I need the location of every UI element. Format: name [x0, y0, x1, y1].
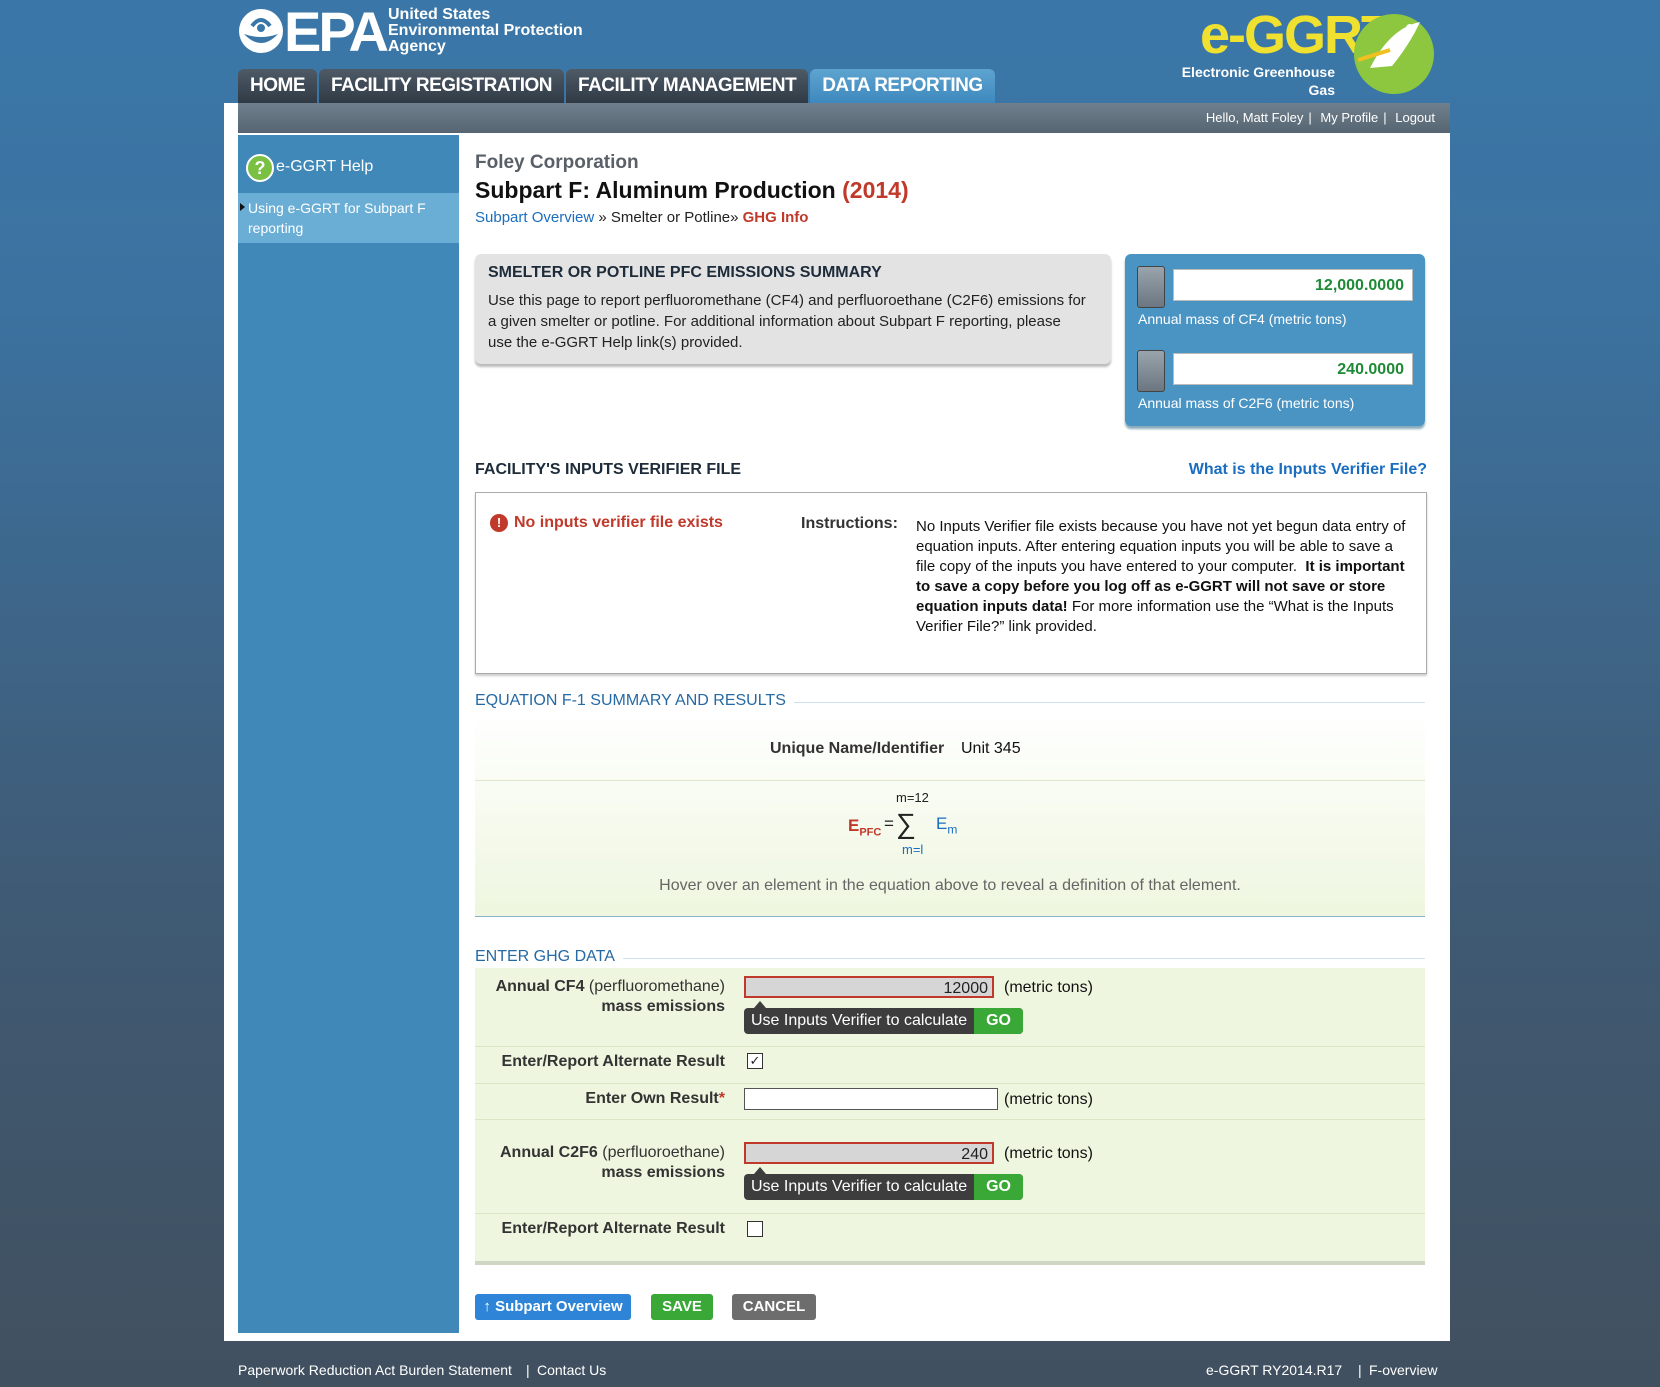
- egret-logo-icon: [1354, 14, 1434, 94]
- cf4-alt-checkbox[interactable]: ✓: [747, 1053, 763, 1069]
- breadcrumb: Subpart Overview » Smelter or Potline» G…: [475, 209, 809, 226]
- verifier-status: No inputs verifier file exists: [514, 514, 723, 531]
- instructions-label: Instructions:: [801, 515, 898, 532]
- equation-term[interactable]: Em: [936, 814, 957, 836]
- verifier-heading: FACILITY'S INPUTS VERIFIER FILE: [475, 461, 742, 478]
- breadcrumb-current: GHG Info: [742, 209, 809, 226]
- my-profile-link[interactable]: My Profile: [1320, 110, 1378, 125]
- summary-panel: SMELTER OR POTLINE PFC EMISSIONS SUMMARY…: [475, 254, 1111, 364]
- cf4-emissions-input[interactable]: 12000: [744, 976, 994, 998]
- arrow-up-icon: ↑: [483, 1298, 491, 1315]
- summary-heading: SMELTER OR POTLINE PFC EMISSIONS SUMMARY: [488, 264, 882, 281]
- go-button: GO: [974, 1174, 1023, 1200]
- current-item-arrow-icon: [240, 203, 245, 211]
- verifier-help-link[interactable]: What is the Inputs Verifier File?: [1189, 461, 1427, 479]
- logout-link[interactable]: Logout: [1395, 110, 1435, 125]
- version-label: e-GGRT RY2014.R17: [1206, 1362, 1343, 1378]
- c2f6-label: Annual C2F6 (perfluoroethane) mass emissi…: [500, 1144, 725, 1181]
- own-result-input[interactable]: [744, 1088, 998, 1110]
- company-name: Foley Corporation: [475, 152, 639, 173]
- epa-wordmark: EPA: [284, 0, 389, 63]
- sidebar: [238, 135, 459, 1333]
- tab-facility-management[interactable]: FACILITY MANAGEMENT: [566, 69, 809, 103]
- cf4-label: Annual CF4 (perfluoromethane) mass emissi…: [495, 978, 725, 1015]
- calculator-icon: [1137, 350, 1165, 392]
- own-result-unit: (metric tons): [1004, 1091, 1093, 1108]
- reporting-year: (2014): [842, 177, 909, 203]
- equation-upper-limit: m=12: [896, 790, 929, 805]
- calculator-icon: [1137, 266, 1165, 308]
- user-greeting: Hello, Matt Foley: [1205, 110, 1304, 125]
- c2f6-alt-checkbox[interactable]: [747, 1221, 763, 1237]
- equation-lower-limit[interactable]: m=l: [902, 842, 923, 857]
- c2f6-total-label: Annual mass of C2F6 (metric tons): [1138, 395, 1355, 411]
- user-links: Hello, Matt Foley | My Profile | Logout: [1205, 110, 1435, 125]
- main-nav: HOME FACILITY REGISTRATION FACILITY MANA…: [238, 69, 995, 103]
- tooltip-notch: [754, 1167, 766, 1174]
- footer-divider: |: [526, 1362, 530, 1378]
- equation-equals: =: [884, 814, 894, 833]
- tab-facility-registration[interactable]: FACILITY REGISTRATION: [319, 69, 565, 103]
- divider: [475, 1083, 1425, 1084]
- divider: [475, 1119, 1425, 1120]
- cf4-verifier-button[interactable]: Use Inputs Verifier to calculate GO: [744, 1008, 1023, 1034]
- help-question-icon: ?: [246, 154, 274, 182]
- tab-home[interactable]: HOME: [238, 69, 317, 103]
- save-button[interactable]: SAVE: [651, 1294, 713, 1320]
- page-id-label: F-overview: [1369, 1362, 1438, 1378]
- page-title: Subpart F: Aluminum Production (2014): [475, 177, 909, 203]
- divider: [475, 1213, 1425, 1214]
- c2f6-total-value: 240.0000: [1173, 353, 1413, 385]
- cf4-total-label: Annual mass of CF4 (metric tons): [1138, 311, 1347, 327]
- unique-name-label: Unique Name/Identifier: [770, 740, 945, 757]
- summary-body: Use this page to report perfluoromethane…: [488, 292, 1086, 351]
- divider: [475, 780, 1425, 781]
- own-result-label: Enter Own Result*: [585, 1090, 725, 1107]
- sigma-icon: ∑: [896, 808, 916, 839]
- c2f6-unit: (metric tons): [1004, 1145, 1093, 1162]
- error-icon: !: [490, 514, 508, 532]
- help-title: e-GGRT Help: [276, 158, 374, 175]
- breadcrumb-smelter: Smelter or Potline: [610, 209, 731, 226]
- cancel-button[interactable]: CANCEL: [732, 1294, 816, 1320]
- tooltip-notch: [754, 1001, 766, 1008]
- epa-logo-icon: [239, 9, 283, 53]
- equation-lhs[interactable]: EPFC: [848, 816, 881, 838]
- equation-heading: EQUATION F-1 SUMMARY AND RESULTS: [475, 692, 794, 710]
- cf4-total-value: 12,000.0000: [1173, 269, 1413, 301]
- divider: [475, 1046, 1425, 1047]
- c2f6-emissions-input[interactable]: 240: [744, 1142, 994, 1164]
- epa-subtitle: United States Environmental Protection A…: [388, 6, 583, 55]
- c2f6-verifier-button[interactable]: Use Inputs Verifier to calculate GO: [744, 1174, 1023, 1200]
- instructions-text: No Inputs Verifier file exists because y…: [916, 518, 1406, 635]
- breadcrumb-subpart-overview[interactable]: Subpart Overview: [475, 209, 594, 226]
- sidebar-item-subpart-f-help[interactable]: Using e-GGRT for Subpart F reporting: [238, 193, 459, 243]
- paperwork-link[interactable]: Paperwork Reduction Act Burden Statement: [238, 1362, 512, 1378]
- tab-data-reporting[interactable]: DATA REPORTING: [810, 69, 995, 103]
- cf4-unit: (metric tons): [1004, 979, 1093, 996]
- verifier-panel: ! No inputs verifier file exists Instruc…: [475, 492, 1427, 674]
- go-button: GO: [974, 1008, 1023, 1034]
- unique-name-value: Unit 345: [961, 740, 1021, 757]
- contact-link[interactable]: Contact Us: [537, 1362, 606, 1378]
- equation-hint: Hover over an element in the equation ab…: [659, 877, 1241, 894]
- subpart-overview-button[interactable]: ↑ Subpart Overview: [475, 1294, 631, 1320]
- equation-f1: m=12 EPFC = ∑ Em m=l: [848, 790, 968, 860]
- footer-divider: |: [1358, 1362, 1362, 1378]
- totals-panel: 12,000.0000 Annual mass of CF4 (metric t…: [1125, 254, 1425, 426]
- ghg-heading: ENTER GHG DATA: [475, 948, 623, 966]
- c2f6-alt-label: Enter/Report Alternate Result: [501, 1220, 725, 1237]
- cf4-alt-label: Enter/Report Alternate Result: [501, 1053, 725, 1070]
